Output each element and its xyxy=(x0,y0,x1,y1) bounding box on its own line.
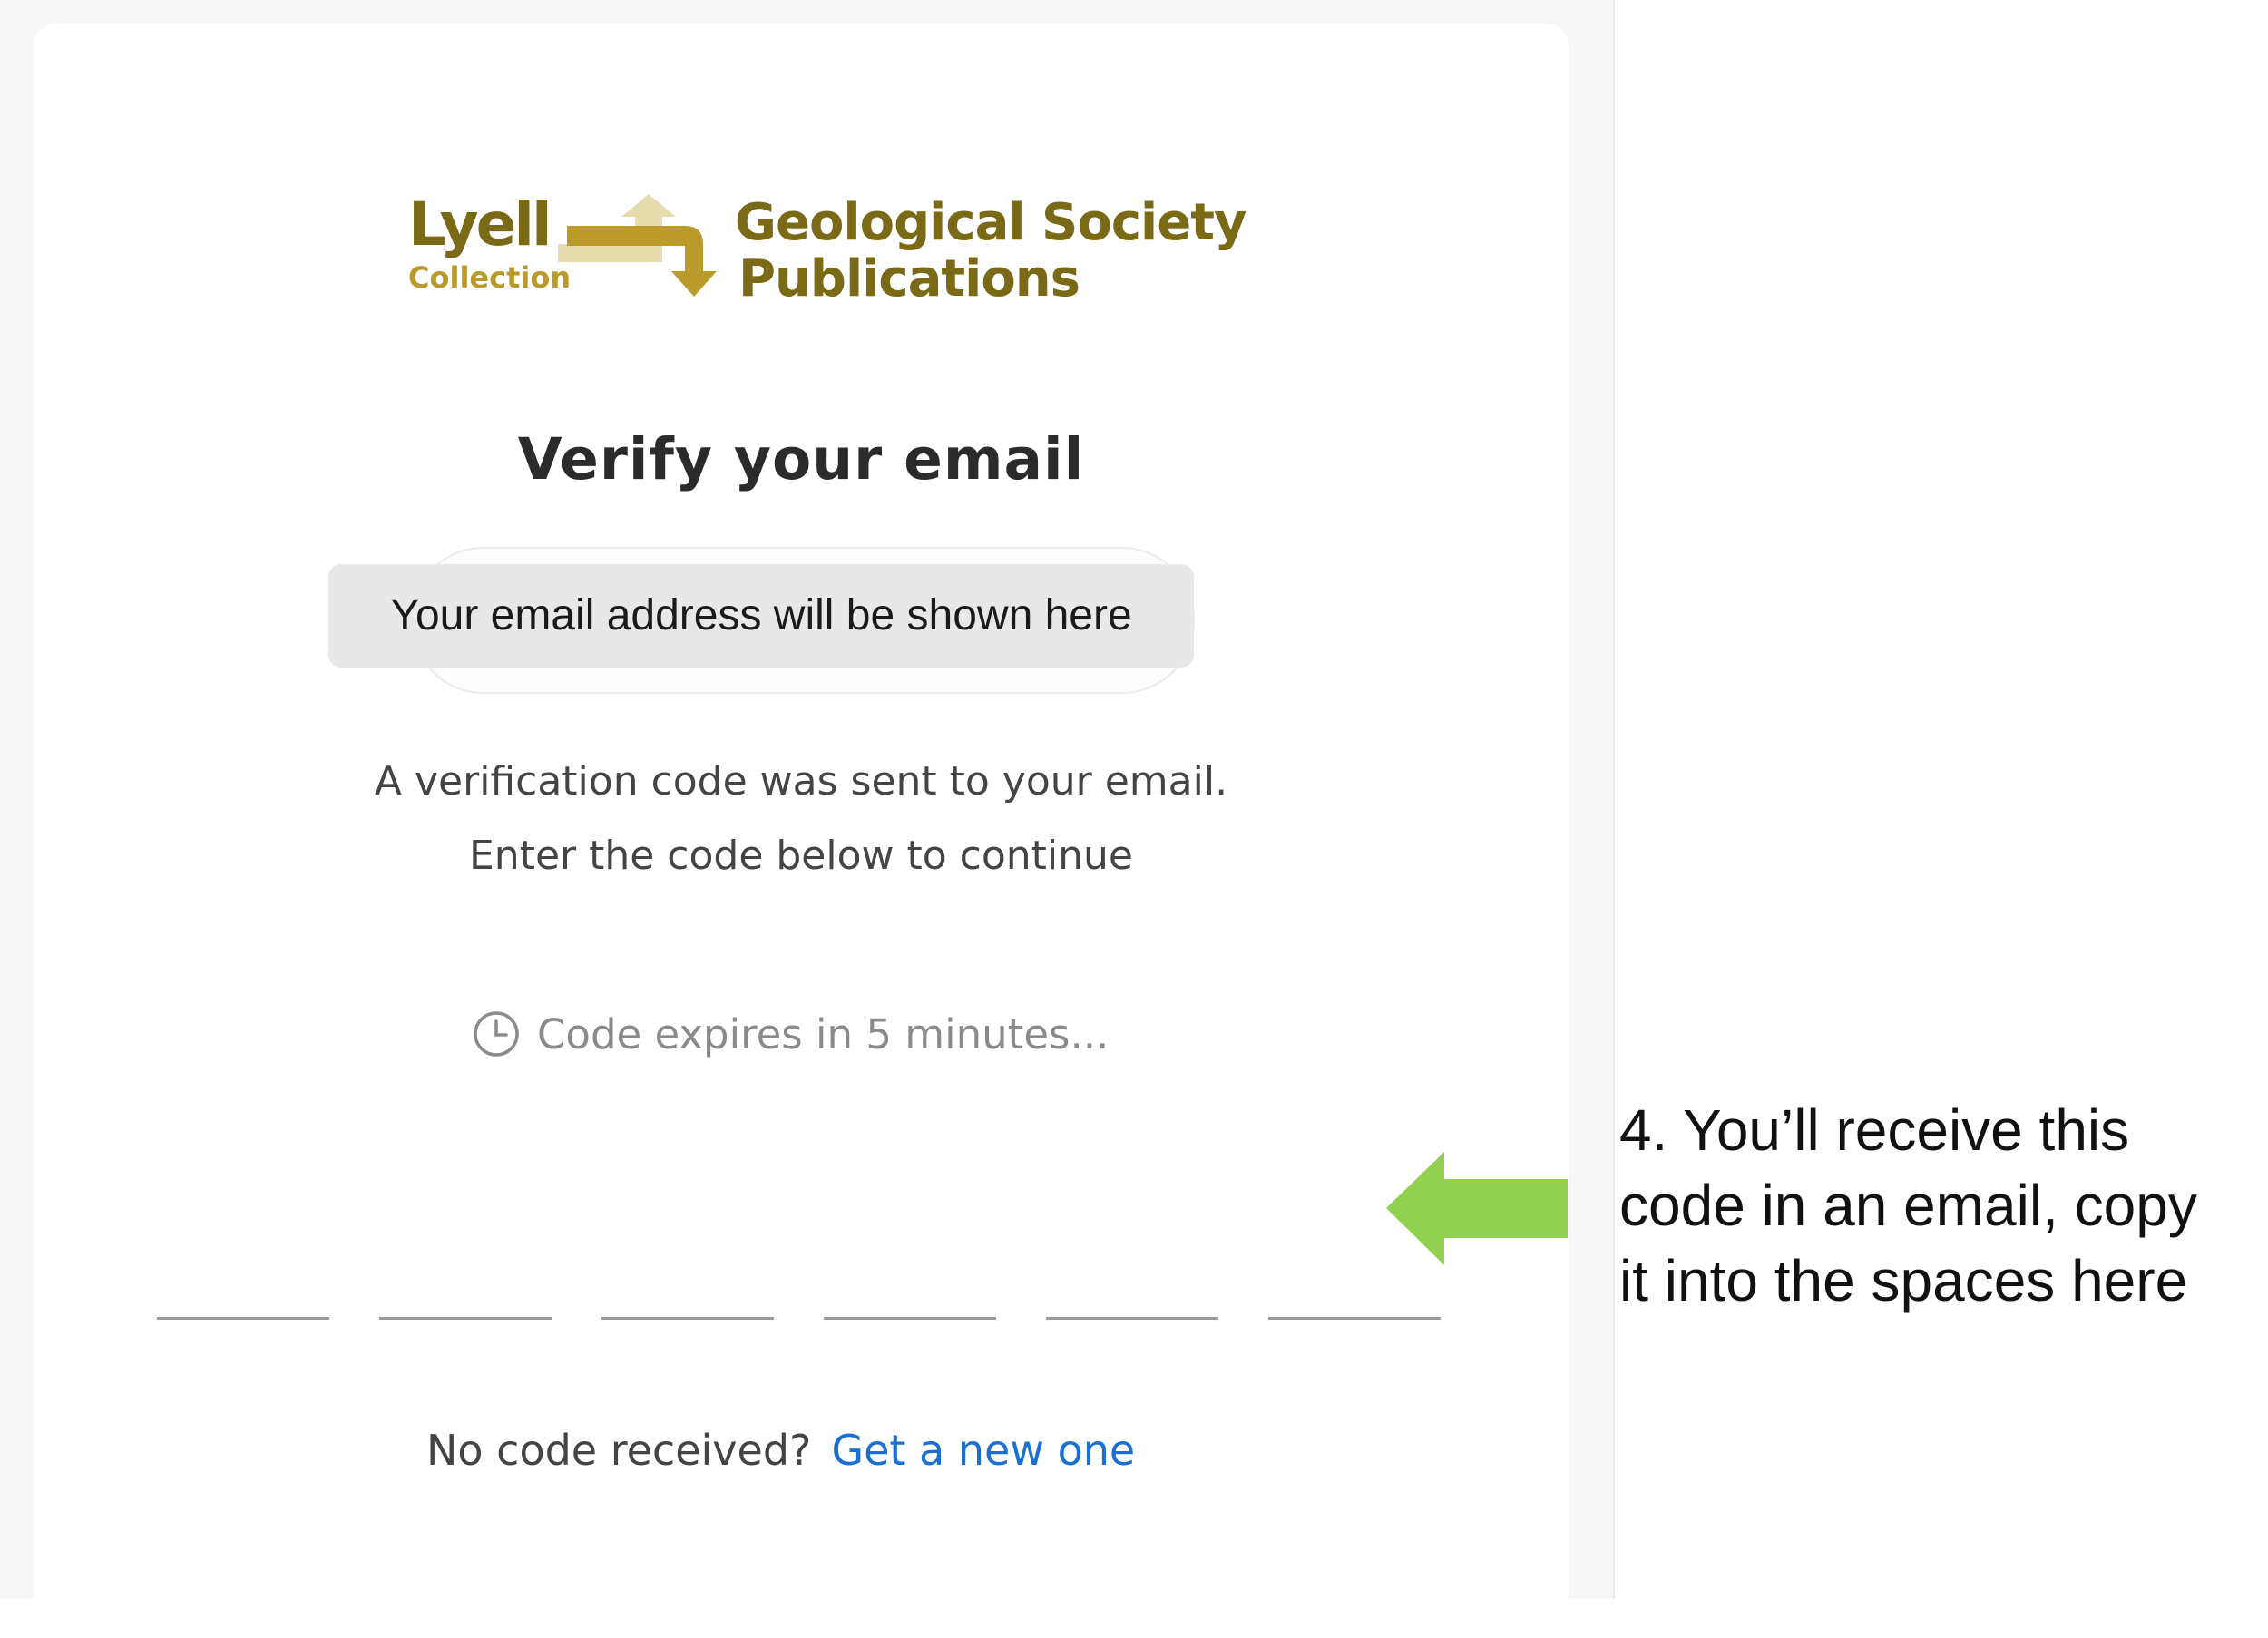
clock-icon xyxy=(474,1011,519,1057)
resend-row: No code received? Get a new one xyxy=(426,1426,1135,1475)
annotation-line1: 4. You’ll receive this xyxy=(1619,1097,2130,1163)
logo-lyell-text: Lyell xyxy=(408,190,552,259)
page-title: Verify your email xyxy=(517,426,1085,492)
annotation-line2: code in an email, copy xyxy=(1619,1173,2197,1238)
logo-gsp-line1: Geological Society xyxy=(735,193,1246,252)
lyell-collection-logo: Lyell Collection Geological Society Publ… xyxy=(402,180,1246,326)
get-new-code-link[interactable]: Get a new one xyxy=(831,1426,1135,1475)
code-digit-2[interactable] xyxy=(379,1252,552,1320)
green-left-arrow-icon xyxy=(1386,1152,1568,1265)
instruction-annotation: 4. You’ll receive this code in an email,… xyxy=(1619,1093,2254,1319)
code-digit-4[interactable] xyxy=(824,1252,996,1320)
panel-divider xyxy=(1613,0,1615,1599)
logo-collection-text: Collection xyxy=(408,260,572,295)
no-code-prompt: No code received? xyxy=(426,1426,812,1475)
code-expiry: Code expires in 5 minutes... xyxy=(472,1007,1109,1061)
logo-gsp-line2: Publications xyxy=(738,249,1080,308)
code-digit-5[interactable] xyxy=(1046,1252,1218,1320)
code-digit-1[interactable] xyxy=(157,1252,329,1320)
instruction-line2: Enter the code below to continue xyxy=(469,833,1133,879)
email-address-placeholder: Your email address will be shown here xyxy=(328,564,1194,668)
annotation-line3: it into the spaces here xyxy=(1619,1248,2188,1313)
code-digit-3[interactable] xyxy=(601,1252,774,1320)
lyell-arrow-logo-icon xyxy=(558,194,717,297)
expiry-text: Code expires in 5 minutes... xyxy=(537,1009,1110,1058)
instruction-line1: A verification code was sent to your ema… xyxy=(374,758,1228,804)
